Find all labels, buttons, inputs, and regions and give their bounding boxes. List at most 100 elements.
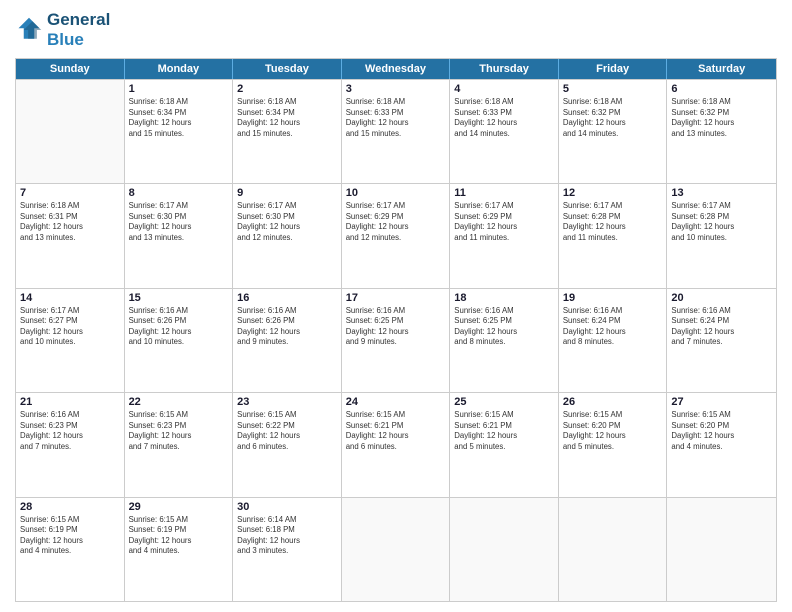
day-number: 6 xyxy=(671,83,772,95)
day-number: 27 xyxy=(671,396,772,408)
cal-cell: 22Sunrise: 6:15 AM Sunset: 6:23 PM Dayli… xyxy=(125,393,234,496)
day-number: 12 xyxy=(563,187,663,199)
cal-header-cell: Thursday xyxy=(450,59,559,79)
day-number: 25 xyxy=(454,396,554,408)
day-info: Sunrise: 6:16 AM Sunset: 6:24 PM Dayligh… xyxy=(563,306,663,348)
day-number: 29 xyxy=(129,501,229,513)
day-info: Sunrise: 6:16 AM Sunset: 6:24 PM Dayligh… xyxy=(671,306,772,348)
day-info: Sunrise: 6:15 AM Sunset: 6:19 PM Dayligh… xyxy=(20,515,120,557)
cal-cell: 26 Sunrise: 6:15 AM Sunset: 6:20 PM Dayli… xyxy=(559,393,668,496)
day-info: Sunrise: 6:15 AM Sunset: 6:23 PM Dayligh… xyxy=(129,410,229,452)
cal-cell: 15 Sunrise: 6:16 AM Sunset: 6:26 PM Dayli… xyxy=(125,289,234,392)
day-info: Sunrise: 6:18 AM Sunset: 6:34 PM Dayligh… xyxy=(237,97,337,139)
day-info: Sunrise: 6:15 AM Sunset: 6:19 PM Dayligh… xyxy=(129,515,229,557)
day-number: 2 xyxy=(237,83,337,95)
cal-header-cell: Tuesday xyxy=(233,59,342,79)
cal-cell: 13 Sunrise: 6:17 AM Sunset: 6:28 PM Dayli… xyxy=(667,184,776,287)
logo-text: General Blue xyxy=(47,10,110,50)
day-number: 3 xyxy=(346,83,446,95)
day-number: 8 xyxy=(129,187,229,199)
cal-header-cell: Friday xyxy=(559,59,668,79)
cal-cell xyxy=(667,498,776,601)
cal-week-row: 7 Sunrise: 6:18 AM Sunset: 6:31 PM Daylig… xyxy=(16,183,776,287)
day-number: 11 xyxy=(454,187,554,199)
cal-week-row: 28 Sunrise: 6:15 AM Sunset: 6:19 PM Dayli… xyxy=(16,497,776,601)
day-info: Sunrise: 6:16 AM Sunset: 6:25 PM Dayligh… xyxy=(454,306,554,348)
day-number: 23 xyxy=(237,396,337,408)
day-info: Sunrise: 6:14 AM Sunset: 6:18 PM Dayligh… xyxy=(237,515,337,557)
day-info: Sunrise: 6:18 AM Sunset: 6:31 PM Dayligh… xyxy=(20,201,120,243)
day-number: 7 xyxy=(20,187,120,199)
cal-cell: 9Sunrise: 6:17 AM Sunset: 6:30 PM Daylig… xyxy=(233,184,342,287)
calendar-header-row: SundayMondayTuesdayWednesdayThursdayFrid… xyxy=(16,59,776,79)
day-number: 30 xyxy=(237,501,337,513)
cal-cell xyxy=(342,498,451,601)
cal-week-row: 21Sunrise: 6:16 AM Sunset: 6:23 PM Dayli… xyxy=(16,392,776,496)
day-number: 20 xyxy=(671,292,772,304)
day-number: 13 xyxy=(671,187,772,199)
day-number: 5 xyxy=(563,83,663,95)
day-info: Sunrise: 6:16 AM Sunset: 6:25 PM Dayligh… xyxy=(346,306,446,348)
day-number: 24 xyxy=(346,396,446,408)
day-number: 19 xyxy=(563,292,663,304)
cal-header-cell: Sunday xyxy=(16,59,125,79)
cal-cell: 8 Sunrise: 6:17 AM Sunset: 6:30 PM Daylig… xyxy=(125,184,234,287)
calendar-body: 1Sunrise: 6:18 AM Sunset: 6:34 PM Daylig… xyxy=(16,79,776,601)
cal-cell: 24 Sunrise: 6:15 AM Sunset: 6:21 PM Dayli… xyxy=(342,393,451,496)
day-info: Sunrise: 6:16 AM Sunset: 6:26 PM Dayligh… xyxy=(237,306,337,348)
calendar: SundayMondayTuesdayWednesdayThursdayFrid… xyxy=(15,58,777,602)
header: General Blue xyxy=(15,10,777,50)
cal-cell: 18 Sunrise: 6:16 AM Sunset: 6:25 PM Dayli… xyxy=(450,289,559,392)
cal-cell: 25Sunrise: 6:15 AM Sunset: 6:21 PM Dayli… xyxy=(450,393,559,496)
cal-cell: 20 Sunrise: 6:16 AM Sunset: 6:24 PM Dayli… xyxy=(667,289,776,392)
cal-cell xyxy=(450,498,559,601)
cal-cell: 21Sunrise: 6:16 AM Sunset: 6:23 PM Dayli… xyxy=(16,393,125,496)
day-number: 16 xyxy=(237,292,337,304)
day-info: Sunrise: 6:17 AM Sunset: 6:28 PM Dayligh… xyxy=(563,201,663,243)
day-number: 17 xyxy=(346,292,446,304)
cal-cell xyxy=(16,80,125,183)
day-number: 15 xyxy=(129,292,229,304)
cal-cell: 10Sunrise: 6:17 AM Sunset: 6:29 PM Dayli… xyxy=(342,184,451,287)
cal-cell: 16 Sunrise: 6:16 AM Sunset: 6:26 PM Dayli… xyxy=(233,289,342,392)
day-info: Sunrise: 6:17 AM Sunset: 6:30 PM Dayligh… xyxy=(129,201,229,243)
cal-header-cell: Saturday xyxy=(667,59,776,79)
day-info: Sunrise: 6:18 AM Sunset: 6:32 PM Dayligh… xyxy=(671,97,772,139)
cal-week-row: 14 Sunrise: 6:17 AM Sunset: 6:27 PM Dayli… xyxy=(16,288,776,392)
day-number: 18 xyxy=(454,292,554,304)
cal-cell xyxy=(559,498,668,601)
logo: General Blue xyxy=(15,10,110,50)
day-info: Sunrise: 6:17 AM Sunset: 6:29 PM Dayligh… xyxy=(454,201,554,243)
day-number: 21 xyxy=(20,396,120,408)
cal-cell: 28 Sunrise: 6:15 AM Sunset: 6:19 PM Dayli… xyxy=(16,498,125,601)
cal-cell: 29 Sunrise: 6:15 AM Sunset: 6:19 PM Dayli… xyxy=(125,498,234,601)
cal-cell: 17 Sunrise: 6:16 AM Sunset: 6:25 PM Dayli… xyxy=(342,289,451,392)
cal-cell: 23 Sunrise: 6:15 AM Sunset: 6:22 PM Dayli… xyxy=(233,393,342,496)
day-info: Sunrise: 6:18 AM Sunset: 6:34 PM Dayligh… xyxy=(129,97,229,139)
day-info: Sunrise: 6:17 AM Sunset: 6:28 PM Dayligh… xyxy=(671,201,772,243)
cal-cell: 19 Sunrise: 6:16 AM Sunset: 6:24 PM Dayli… xyxy=(559,289,668,392)
day-info: Sunrise: 6:18 AM Sunset: 6:33 PM Dayligh… xyxy=(454,97,554,139)
day-info: Sunrise: 6:15 AM Sunset: 6:20 PM Dayligh… xyxy=(563,410,663,452)
logo-icon xyxy=(15,16,43,44)
cal-cell: 4Sunrise: 6:18 AM Sunset: 6:33 PM Daylig… xyxy=(450,80,559,183)
day-number: 26 xyxy=(563,396,663,408)
cal-week-row: 1Sunrise: 6:18 AM Sunset: 6:34 PM Daylig… xyxy=(16,79,776,183)
cal-cell: 14 Sunrise: 6:17 AM Sunset: 6:27 PM Dayli… xyxy=(16,289,125,392)
day-info: Sunrise: 6:17 AM Sunset: 6:27 PM Dayligh… xyxy=(20,306,120,348)
day-info: Sunrise: 6:15 AM Sunset: 6:22 PM Dayligh… xyxy=(237,410,337,452)
cal-cell: 5 Sunrise: 6:18 AM Sunset: 6:32 PM Daylig… xyxy=(559,80,668,183)
cal-cell: 11 Sunrise: 6:17 AM Sunset: 6:29 PM Dayli… xyxy=(450,184,559,287)
day-info: Sunrise: 6:18 AM Sunset: 6:32 PM Dayligh… xyxy=(563,97,663,139)
day-info: Sunrise: 6:15 AM Sunset: 6:21 PM Dayligh… xyxy=(346,410,446,452)
cal-cell: 12 Sunrise: 6:17 AM Sunset: 6:28 PM Dayli… xyxy=(559,184,668,287)
cal-cell: 6 Sunrise: 6:18 AM Sunset: 6:32 PM Daylig… xyxy=(667,80,776,183)
day-info: Sunrise: 6:16 AM Sunset: 6:26 PM Dayligh… xyxy=(129,306,229,348)
day-number: 9 xyxy=(237,187,337,199)
day-info: Sunrise: 6:17 AM Sunset: 6:29 PM Dayligh… xyxy=(346,201,446,243)
day-number: 14 xyxy=(20,292,120,304)
cal-cell: 27Sunrise: 6:15 AM Sunset: 6:20 PM Dayli… xyxy=(667,393,776,496)
cal-header-cell: Monday xyxy=(125,59,234,79)
day-number: 28 xyxy=(20,501,120,513)
cal-cell: 7 Sunrise: 6:18 AM Sunset: 6:31 PM Daylig… xyxy=(16,184,125,287)
